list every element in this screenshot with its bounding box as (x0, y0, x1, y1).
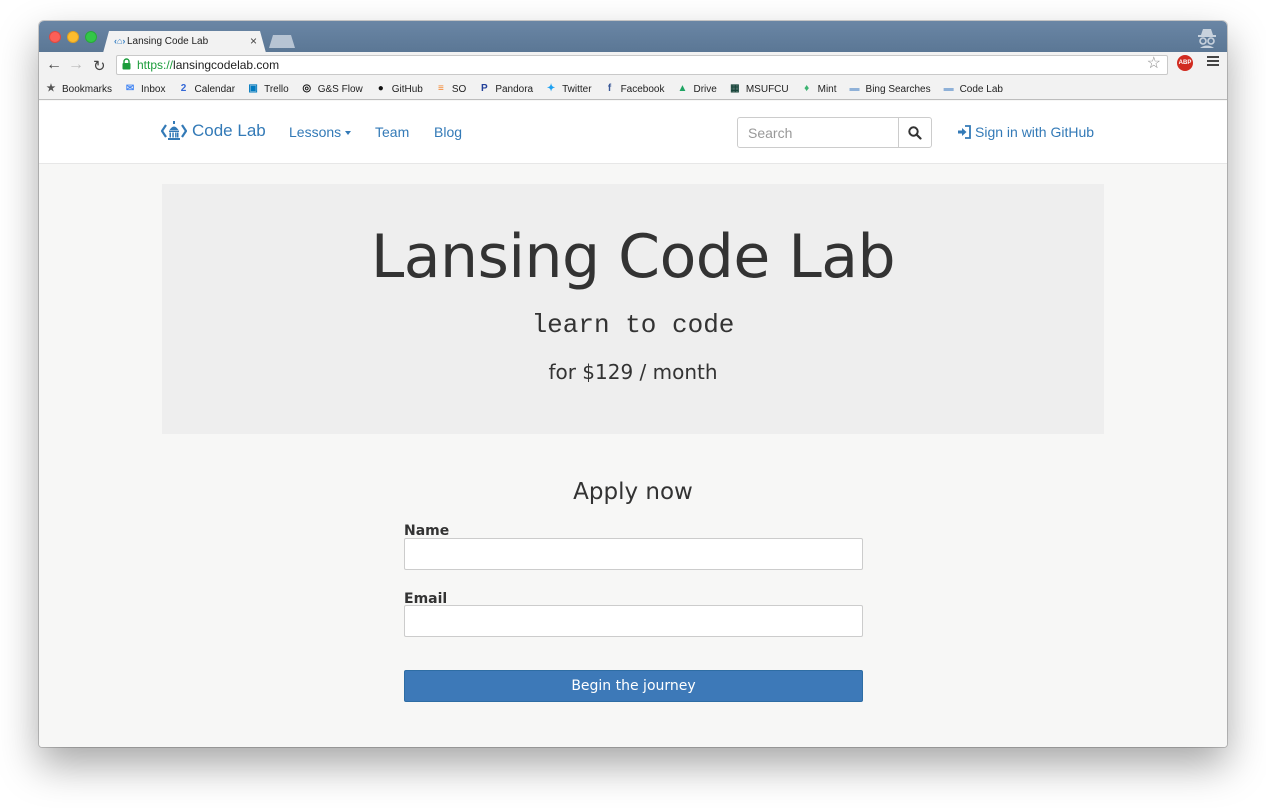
bookmark-icon: ★ (46, 83, 56, 94)
lock-icon (122, 58, 131, 70)
maximize-window-button[interactable] (85, 31, 97, 43)
bookmark-item[interactable]: ▲ Drive (677, 83, 717, 95)
hero-price: for $129 / month (548, 360, 718, 384)
bookmark-label: Trello (264, 83, 289, 95)
bookmark-item[interactable]: ▣ Trello (247, 83, 289, 95)
caret-down-icon (345, 131, 352, 136)
name-field[interactable] (404, 538, 863, 570)
tab-close-icon[interactable]: × (250, 34, 257, 48)
new-tab-button[interactable] (269, 35, 295, 48)
bookmark-label: Bookmarks (62, 83, 113, 95)
brand-link[interactable]: Code Lab (161, 121, 266, 141)
bookmark-label: MSUFCU (745, 83, 789, 95)
nav-team-link[interactable]: Team (375, 124, 409, 140)
codelab-favicon-icon: ‹⌂› (114, 36, 126, 46)
browser-tab[interactable]: ‹⌂› Lansing Code Lab × (103, 31, 266, 53)
bookmark-icon: f (607, 83, 612, 94)
bookmark-item[interactable]: P Pandora (478, 83, 533, 95)
bookmark-icon: 2 (180, 83, 187, 94)
search-button[interactable] (898, 117, 932, 148)
hero-subtitle: learn to code (531, 310, 735, 340)
bookmark-label: Drive (693, 83, 717, 95)
login-icon (958, 125, 971, 139)
bookmark-label: GitHub (391, 83, 423, 95)
bookmark-icon: ≡ (437, 83, 444, 94)
title-bar: ‹⌂› Lansing Code Lab × (39, 21, 1227, 52)
bookmark-label: Code Lab (959, 83, 1003, 95)
bookmarks-bar: ★ Bookmarks ✉ Inbox 2 Calendar ▣ Trello ◎ G&S Flo… (39, 79, 1227, 100)
bookmark-label: G&S Flow (317, 83, 363, 95)
bookmark-label: Calendar (194, 83, 236, 95)
bookmark-item[interactable]: ♦ Mint (801, 83, 837, 95)
url-text: https://lansingcodelab.com (137, 56, 279, 74)
bookmark-item[interactable]: ✉ Inbox (124, 83, 166, 95)
bookmark-item[interactable]: f Facebook (604, 83, 665, 95)
bookmark-label: SO (451, 83, 467, 95)
brand-text: Code Lab (192, 121, 266, 140)
bookmark-label: Pandora (495, 83, 534, 95)
bookmark-icon: ▣ (248, 83, 258, 94)
adblock-icon[interactable]: ABP (1177, 55, 1193, 71)
close-window-button[interactable] (49, 31, 61, 43)
incognito-icon (1198, 29, 1216, 48)
bookmark-icon: ✉ (125, 83, 135, 94)
forward-arrow-icon[interactable]: → (68, 56, 84, 74)
hero-jumbotron: Lansing Code Lab learn to code for $129 … (162, 184, 1104, 434)
search-input[interactable] (737, 117, 899, 148)
bookmark-item[interactable]: ✦ Twitter (545, 83, 592, 95)
bookmark-label: Facebook (620, 83, 665, 95)
browser-window: ‹⌂› Lansing Code Lab × ← → ↻ https://lan… (39, 21, 1227, 747)
bookmark-label: Twitter (562, 83, 592, 95)
signin-label: Sign in with GitHub (975, 124, 1095, 140)
begin-journey-button[interactable]: Begin the journey (404, 670, 863, 702)
url-host: lansingcodelab.com (173, 58, 280, 72)
name-label: Name (404, 523, 450, 539)
bookmark-item[interactable]: ▦ MSUFCU (729, 83, 789, 95)
web-page: Code Lab Lessons Team Blog Sign in with … (39, 101, 1227, 747)
browser-menu-icon[interactable] (1207, 56, 1219, 68)
bookmark-icon: ✦ (546, 83, 556, 94)
bookmark-icon: ♦ (804, 83, 810, 94)
bookmark-star-icon[interactable]: ☆ (1147, 55, 1161, 73)
bookmark-item[interactable]: ● GitHub (375, 83, 423, 95)
tab-title: Lansing Code Lab (127, 36, 209, 47)
nav-lessons-dropdown[interactable]: Lessons (289, 124, 352, 140)
bookmark-item[interactable]: ▬ Bing Searches (849, 83, 931, 95)
bookmark-item[interactable]: ▬ Code Lab (943, 83, 1003, 95)
minimize-window-button[interactable] (67, 31, 79, 43)
hero-title: Lansing Code Lab (370, 222, 896, 292)
apply-heading: Apply now (573, 479, 693, 505)
browser-toolbar: ← → ↻ https://lansingcodelab.com ☆ ABP (39, 52, 1227, 79)
signin-github-link[interactable]: Sign in with GitHub (957, 124, 1094, 140)
back-arrow-icon[interactable]: ← (46, 56, 62, 74)
capitol-logo-icon (161, 121, 187, 140)
url-scheme: https:// (137, 58, 174, 72)
bookmark-item[interactable]: ◎ G&S Flow (301, 83, 363, 95)
bookmark-icon: ▬ (849, 83, 860, 94)
bookmark-icon: ◎ (302, 83, 312, 94)
bookmark-item[interactable]: 2 Calendar (177, 83, 235, 95)
bookmark-icon: ▦ (730, 83, 740, 94)
bookmark-item[interactable]: ★ Bookmarks (45, 83, 113, 95)
email-field[interactable] (404, 605, 863, 637)
bookmark-label: Inbox (141, 83, 166, 95)
address-bar[interactable]: https://lansingcodelab.com ☆ (116, 55, 1168, 75)
bookmark-item[interactable]: ≡ SO (435, 83, 466, 95)
bookmark-label: Bing Searches (865, 83, 931, 95)
bookmark-label: Mint (817, 83, 837, 95)
bookmark-icon: P (480, 83, 488, 94)
bookmark-icon: ▲ (677, 83, 688, 94)
search-icon (908, 126, 922, 140)
bookmark-icon: ▬ (943, 83, 954, 94)
nav-blog-link[interactable]: Blog (434, 124, 462, 140)
reload-icon[interactable]: ↻ (93, 57, 106, 75)
site-navbar: Code Lab Lessons Team Blog Sign in with … (39, 101, 1227, 164)
bookmark-icon: ● (377, 83, 384, 94)
nav-lessons-label: Lessons (289, 124, 342, 140)
